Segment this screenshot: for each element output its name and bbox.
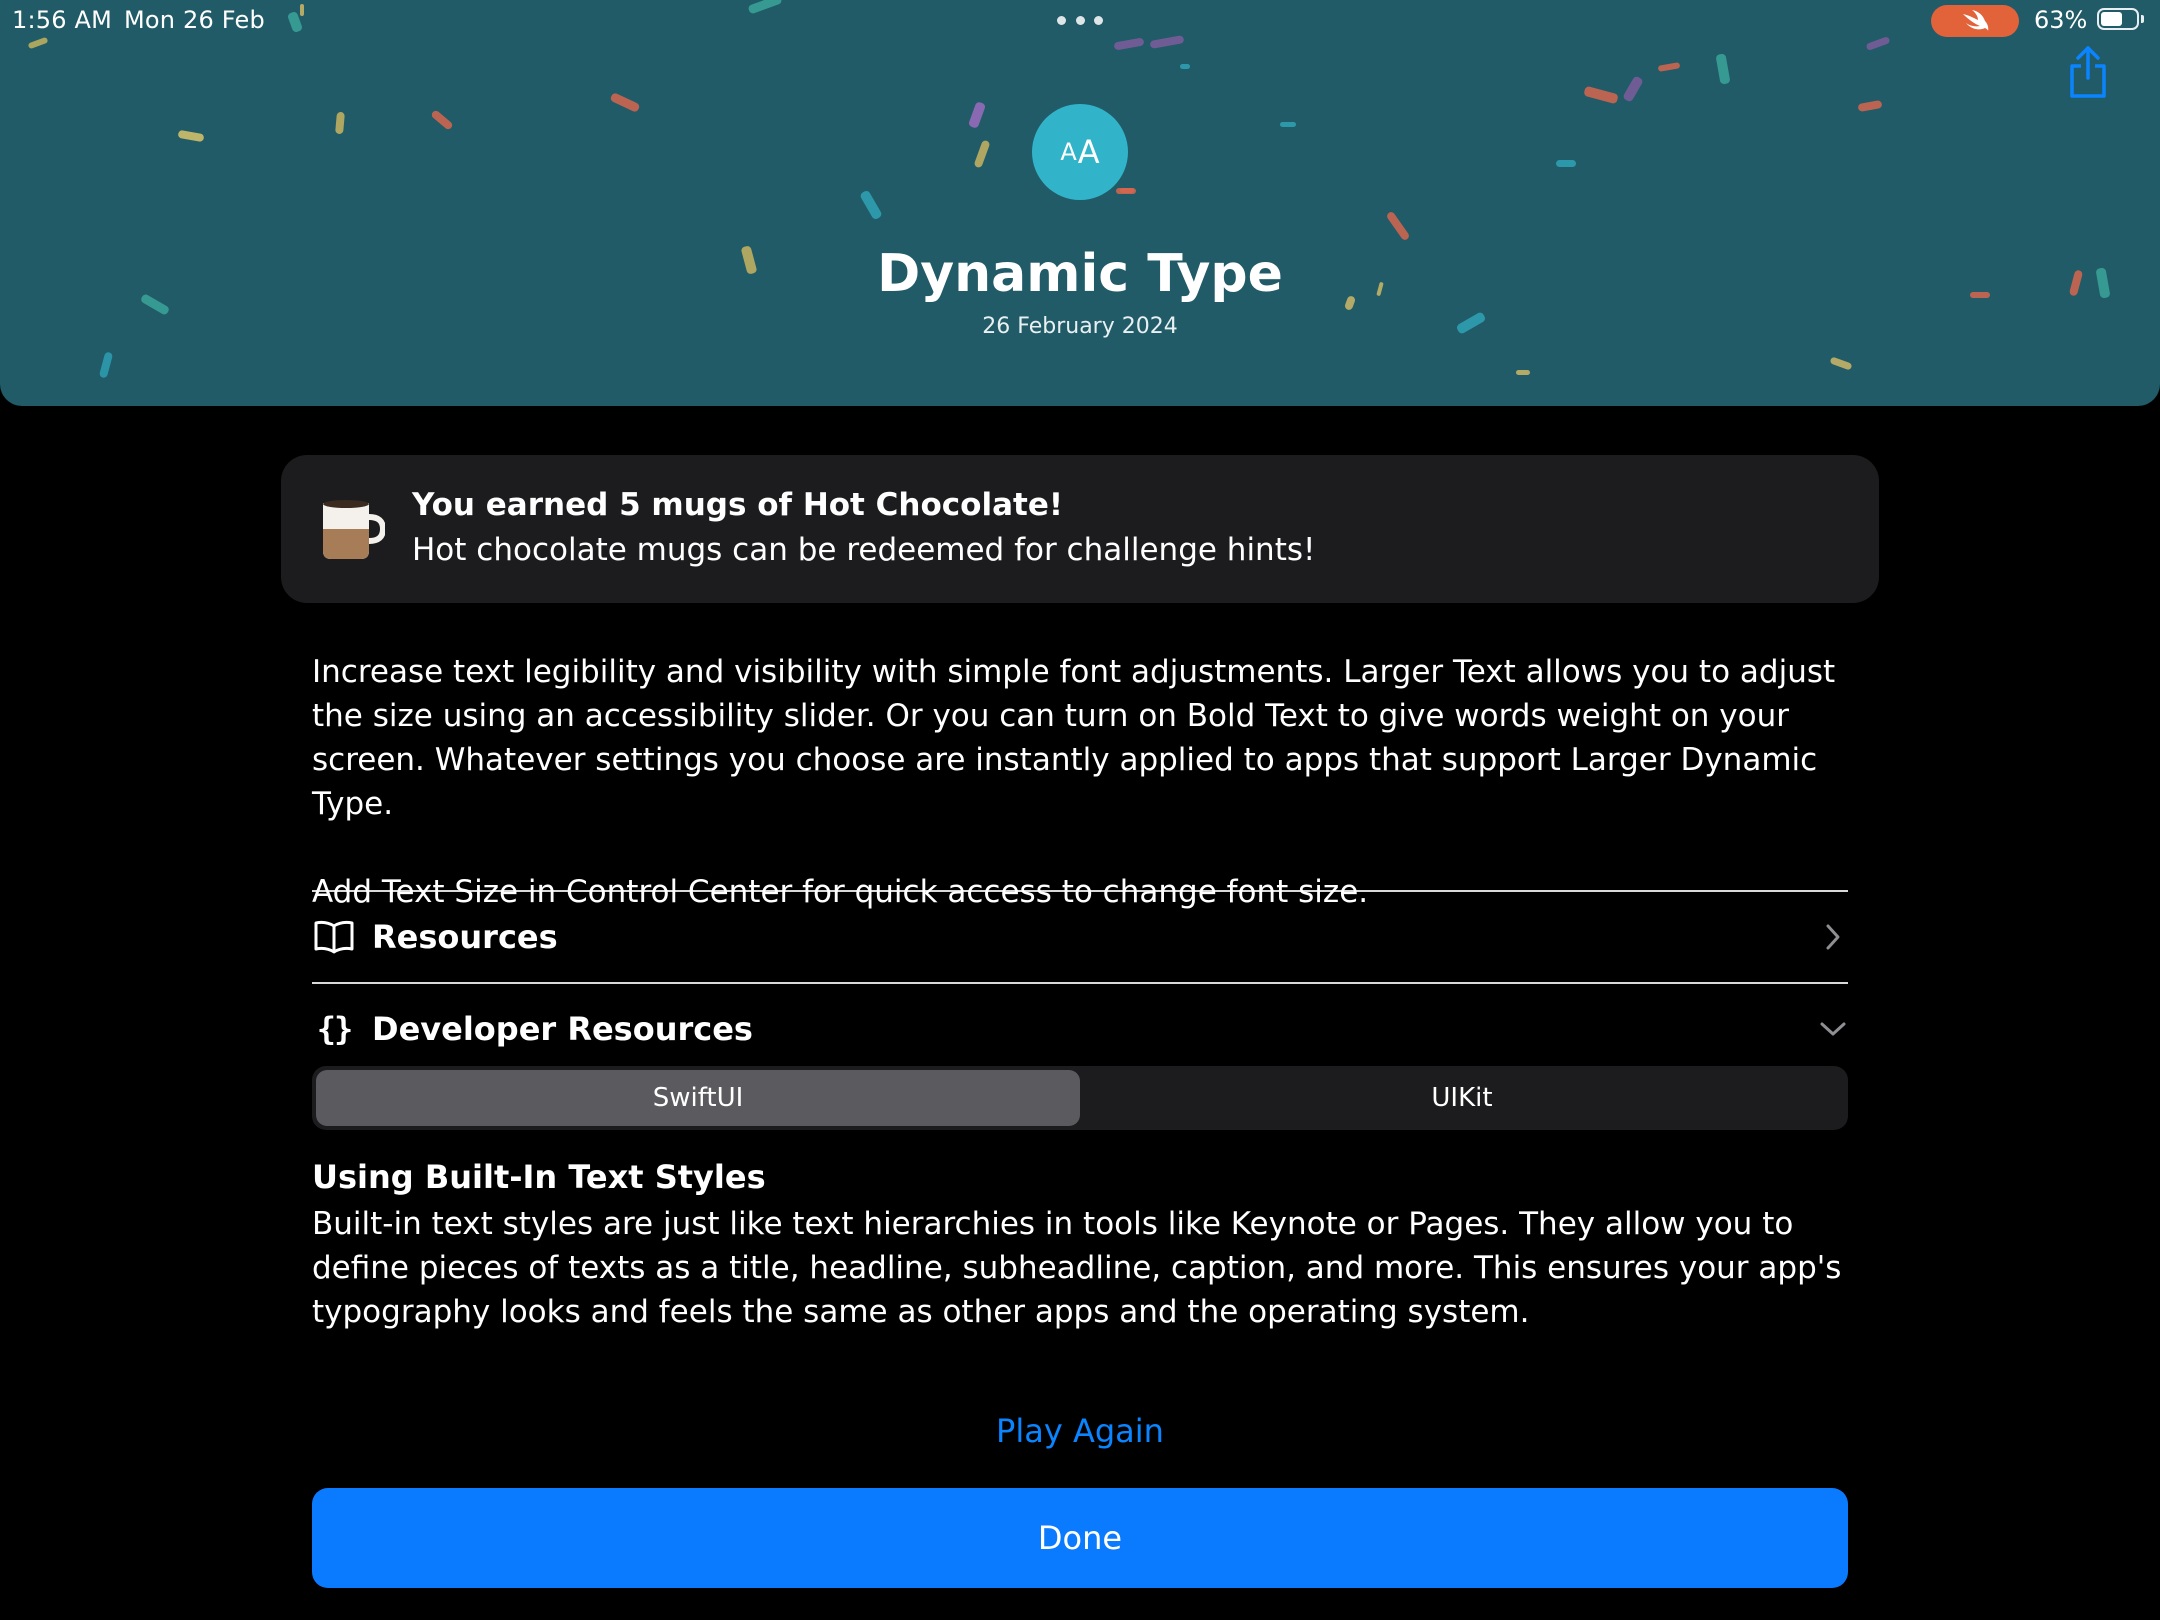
confetti-piece [1622, 75, 1644, 103]
badge-large-letter: A [1077, 133, 1100, 171]
confetti-piece [973, 139, 991, 169]
confetti-piece [430, 109, 454, 131]
confetti-piece [859, 189, 883, 221]
confetti-piece [1385, 210, 1411, 242]
segment-swiftui[interactable]: SwiftUI [316, 1070, 1080, 1126]
divider [312, 890, 1848, 892]
page-title: Dynamic Type [877, 244, 1283, 304]
share-button[interactable] [2066, 44, 2110, 100]
developer-resources-label: Developer Resources [372, 1010, 753, 1048]
section-heading: Using Built-In Text Styles [312, 1158, 766, 1196]
curly-braces-icon: {} [316, 1010, 354, 1048]
confetti-piece [177, 129, 205, 143]
description: Increase text legibility and visibility … [312, 650, 1852, 914]
confetti-piece [1280, 122, 1296, 127]
confetti-piece [1715, 53, 1731, 85]
confetti-piece [1180, 64, 1190, 69]
status-time: 1:56 AM [12, 6, 113, 34]
page-date: 26 February 2024 [982, 314, 1178, 339]
reward-card: You earned 5 mugs of Hot Chocolate! Hot … [281, 455, 1879, 603]
header-banner: 1:56 AM Mon 26 Feb 63% A A Dynamic Type … [0, 0, 2160, 406]
description-paragraph: Increase text legibility and visibility … [312, 654, 1836, 822]
resources-label: Resources [372, 918, 558, 956]
dot-icon [1094, 16, 1103, 25]
badge-small-letter: A [1060, 138, 1077, 166]
confetti-piece [1120, 188, 1134, 193]
battery-nub [2141, 15, 2144, 23]
multitasking-menu[interactable] [1057, 16, 1103, 26]
framework-segmented-control[interactable]: SwiftUI UIKit [312, 1066, 1848, 1130]
battery-icon [2097, 8, 2139, 30]
section-body: Built-in text styles are just like text … [312, 1206, 1842, 1330]
battery-percentage: 63% [2034, 6, 2088, 34]
swift-indicator[interactable] [1931, 5, 2019, 37]
confetti-piece [1583, 85, 1619, 105]
dot-icon [1075, 16, 1085, 25]
done-button[interactable]: Done [312, 1488, 1848, 1588]
confetti-piece [98, 351, 114, 379]
confetti-piece [1516, 370, 1530, 375]
confetti-piece [609, 92, 641, 113]
dynamic-type-badge: A A [1032, 104, 1128, 200]
app-window: 1:56 AM Mon 26 Feb 63% A A Dynamic Type … [0, 0, 2160, 1620]
reward-title: You earned 5 mugs of Hot Chocolate! [412, 487, 1063, 523]
dot-icon [1057, 16, 1066, 25]
hot-chocolate-mug-icon [323, 500, 385, 559]
book-icon [312, 917, 356, 957]
share-icon [2070, 46, 2106, 98]
confetti-piece [1556, 160, 1576, 167]
resources-row[interactable]: Resources [312, 907, 1848, 967]
confetti-piece [1829, 356, 1853, 371]
swift-icon [1963, 10, 1989, 31]
battery-fill [2101, 12, 2123, 26]
play-again-button[interactable]: Play Again [0, 1412, 2160, 1450]
status-date: Mon 26 Feb [124, 6, 265, 34]
confetti-piece [1857, 99, 1883, 113]
reward-subtitle: Hot chocolate mugs can be redeemed for c… [412, 532, 1316, 568]
confetti-piece [335, 111, 345, 135]
divider [312, 982, 1848, 984]
status-bar: 1:56 AM Mon 26 Feb 63% [0, 0, 2160, 40]
chevron-right-icon [1818, 922, 1848, 952]
confetti-piece [1657, 62, 1681, 72]
developer-resources-row[interactable]: {} Developer Resources [312, 999, 1848, 1059]
confetti-piece [967, 101, 987, 129]
segment-uikit[interactable]: UIKit [1080, 1070, 1844, 1126]
chevron-down-icon [1818, 1014, 1848, 1044]
